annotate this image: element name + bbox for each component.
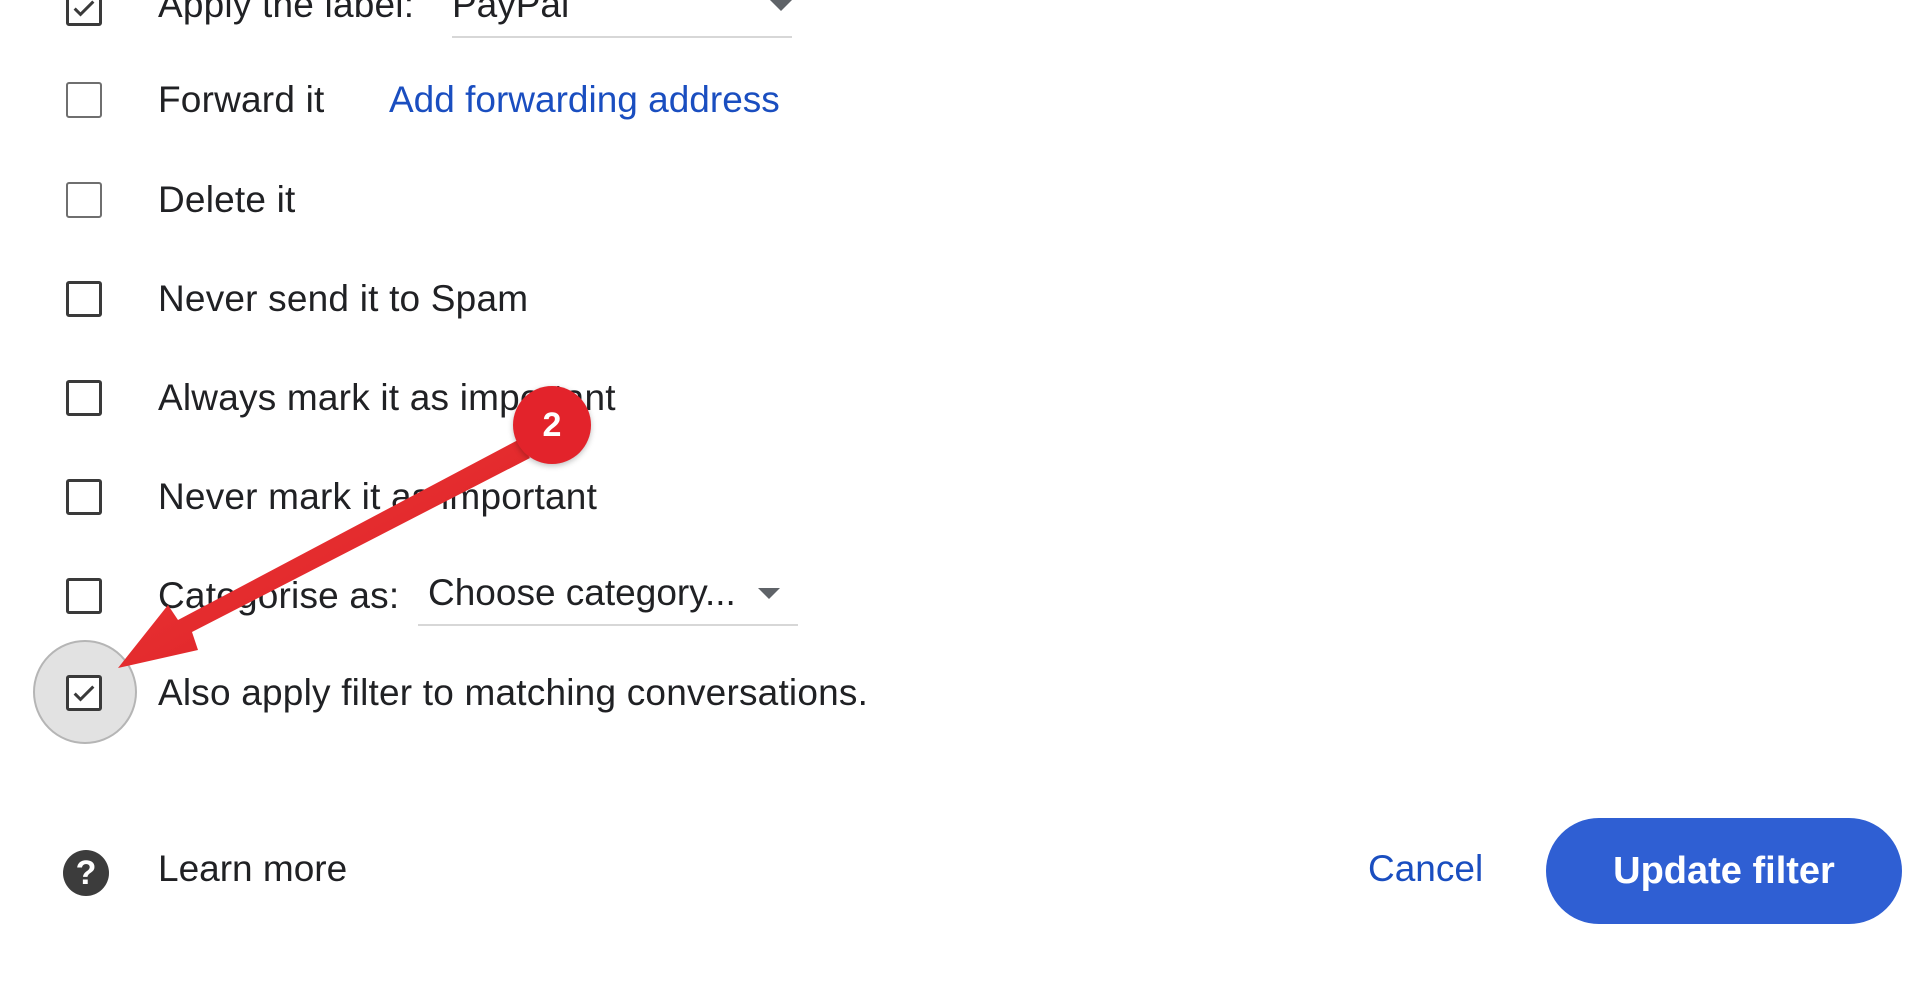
cancel-button[interactable]: Cancel	[1368, 848, 1483, 890]
also-apply-label: Also apply filter to matching conversati…	[158, 672, 869, 713]
also-apply-row: Also apply filter to matching conversati…	[0, 663, 1400, 723]
category-select-value: Choose category...	[428, 572, 736, 613]
always-important-row: Always mark it as important	[0, 368, 1400, 428]
add-forwarding-address-link[interactable]: Add forwarding address	[389, 79, 780, 121]
checkmark-icon	[73, 0, 95, 17]
never-important-checkbox[interactable]	[66, 479, 102, 515]
never-spam-label: Never send it to Spam	[158, 278, 529, 319]
apply-label-checkbox[interactable]	[66, 0, 102, 26]
apply-label-text: Apply the label:	[158, 0, 415, 25]
categorise-row: Categorise as: Choose category...	[0, 566, 1400, 626]
apply-label-row: Apply the label: PayPal	[0, 0, 1400, 38]
never-important-row: Never mark it as important	[0, 467, 1400, 527]
learn-more-link[interactable]: Learn more	[158, 848, 347, 890]
checkmark-icon	[73, 685, 95, 702]
also-apply-checkbox[interactable]	[66, 675, 102, 711]
chevron-down-icon	[757, 587, 780, 599]
delete-checkbox[interactable]	[66, 182, 102, 218]
never-spam-row: Never send it to Spam	[0, 269, 1400, 329]
question-mark-icon[interactable]: ?	[63, 850, 109, 896]
category-select[interactable]: Choose category...	[418, 572, 798, 626]
forward-checkbox[interactable]	[66, 82, 102, 118]
always-important-checkbox[interactable]	[66, 380, 102, 416]
label-select-value: PayPal	[452, 0, 570, 25]
never-spam-checkbox[interactable]	[66, 281, 102, 317]
never-important-label: Never mark it as important	[158, 476, 598, 517]
chevron-down-icon	[770, 0, 792, 11]
update-filter-button[interactable]: Update filter	[1546, 818, 1902, 924]
filter-actions-panel: Apply the label: PayPal Forward it Add f…	[0, 0, 1920, 988]
delete-row: Delete it	[0, 170, 1400, 230]
label-select[interactable]: PayPal	[452, 0, 792, 38]
step-badge: 2	[513, 386, 591, 464]
delete-label: Delete it	[158, 179, 296, 220]
forward-label: Forward it	[158, 79, 325, 120]
forward-row: Forward it Add forwarding address	[0, 70, 1400, 130]
categorise-checkbox[interactable]	[66, 578, 102, 614]
categorise-label: Categorise as:	[158, 575, 400, 616]
